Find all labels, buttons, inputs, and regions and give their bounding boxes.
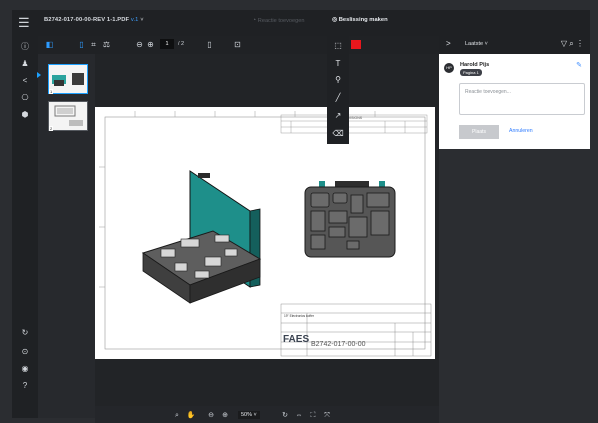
eraser-tool-icon[interactable]: ⌫ [332,128,344,140]
version-label[interactable]: v.1 [131,17,139,23]
info-icon[interactable]: ⓘ [19,41,31,53]
zoom-controls: ⌕ ✋ ⊖ ⊕ 50% ˅ ↻ ⇔ ⛶ ⤧ [170,410,340,422]
cancel-link[interactable]: Annuleren [509,128,533,134]
zoom-in-icon[interactable]: ⊕ [220,410,230,422]
hamburger-menu-icon[interactable]: ☰ [18,16,32,30]
add-comment-label: Reactie toevoegen [257,18,305,24]
fit-width-zoom-icon[interactable]: ⇔ [294,410,304,422]
thumbnail-page-1[interactable]: 1 [48,64,88,94]
zoom-out-icon[interactable]: ⊖ [206,410,216,422]
top-bar: ☰ B2742-017-00-00-REV 1-1.PDF v.1 ˅ ◔ Re… [12,10,590,36]
thumbnail-number: 1 [49,89,54,94]
hand-tool-icon[interactable]: ✋ [186,410,196,422]
comment-author: Harold Pijs [460,62,490,68]
document-toolbar: ◧ ▯ ⌗ ⚖ ⊖ ⊕ 1 / 2 ▯ ⊡ [38,36,439,54]
text-tool-icon[interactable]: T [332,58,344,70]
pdf-page[interactable]: REVISIONS 19" Electronics koffer FAES B2… [95,107,435,359]
user-icon[interactable]: ♟ [19,58,31,70]
thumbnail-number: 2 [49,126,54,131]
product-name: 19" Electronics koffer [284,314,314,318]
comments-panel-header: > Laatste ˅ ▽ ⌕ ⋮ [439,36,590,54]
annotation-toolbar: ⬚ T ⚲ ╱ ↗ ⌫ [327,36,349,144]
sidebar-toggle-icon[interactable]: ◧ [44,39,55,50]
page-up-icon[interactable]: ⊖ [134,39,145,50]
page-number-input[interactable]: 1 [160,39,174,49]
camera-icon[interactable]: ⊙ [19,346,31,358]
page-total: / 2 [178,41,185,47]
drawing-canvas [99,111,432,357]
comment-card: HP Harold Pijs Pagina 1 ✎ Reactie toevoe… [439,54,590,149]
zoom-level-select[interactable]: 50% ˅ [238,411,260,419]
file-name[interactable]: B2742-017-00-00-REV 1-1.PDF v.1 ˅ [44,17,144,23]
status-icon[interactable]: ◉ [19,363,31,375]
search-icon[interactable]: ⌕ [569,39,573,48]
comment-input[interactable]: Reactie toevoegen... [459,83,585,115]
filter-icon[interactable]: ▽ [561,39,567,48]
left-rail: ⓘ ♟ < ⎔ ⬢ ↻ ⊙ ◉ ? [12,36,38,418]
arrow-tool-icon[interactable]: ↗ [332,110,344,122]
thumbnail-page-2[interactable]: 2 [48,101,88,131]
rotate-icon[interactable]: ↻ [280,410,290,422]
fit-page-icon[interactable]: ⛶ [308,410,318,422]
open-case-drawing [141,170,262,304]
drawing-number: B2742-017-00-00 [311,341,366,348]
share-icon[interactable]: < [19,75,31,87]
grid-view-icon[interactable]: ⌗ [88,39,99,50]
more-options-icon[interactable]: ⋮ [576,39,584,48]
fit-width-icon[interactable]: ▯ [204,39,215,50]
make-decision-label: Beslissing maken [338,17,388,23]
make-decision-button[interactable]: ◎ Beslissing maken [332,17,388,23]
panel-actions: ▽ ⌕ ⋮ [561,39,584,49]
active-page-marker [37,72,41,78]
thumbnail-panel: 1 2 [37,54,95,418]
front-view-drawing [304,181,396,258]
line-tool-icon[interactable]: ╱ [332,92,344,104]
zoom-search-icon[interactable]: ⌕ [172,410,182,422]
fullscreen-icon[interactable]: ⤧ [322,410,332,422]
app-window: ☰ B2742-017-00-00-REV 1-1.PDF v.1 ˅ ◔ Re… [0,0,598,423]
comment-placeholder: Reactie toevoegen... [465,89,511,95]
avatar: HP [444,63,454,73]
thumbnail-image [52,73,84,86]
comments-panel: > Laatste ˅ ▽ ⌕ ⋮ HP Harold Pijs Pagina … [439,36,590,418]
compare-view-icon[interactable]: ⚖ [101,39,112,50]
help-icon[interactable]: ? [19,380,31,392]
collapse-panel-icon[interactable]: > [446,39,451,48]
compare-icon[interactable]: ⎔ [19,92,31,104]
color-picker-swatch[interactable] [351,40,361,49]
history-icon[interactable]: ↻ [19,327,31,339]
chevron-down-icon[interactable]: ˅ [140,17,144,23]
rectangle-tool-icon[interactable]: ⬚ [332,40,344,52]
sort-dropdown[interactable]: Laatste ˅ [465,41,488,47]
present-icon[interactable]: ⊡ [232,39,243,50]
pin-tool-icon[interactable]: ⚲ [332,74,344,86]
file-name-label: B2742-017-00-00-REV 1-1.PDF [44,17,130,23]
attach-icon[interactable]: ✎ [576,61,582,69]
company-logo: FAES [283,334,310,345]
settings-icon[interactable]: ⬢ [19,109,31,121]
page-badge: Pagina 1 [460,69,482,76]
comment-icon: ◔ [252,17,257,24]
page-down-icon[interactable]: ⊕ [145,39,156,50]
add-comment-button[interactable]: ◔ Reactie toevoegen [252,17,304,24]
single-page-icon[interactable]: ▯ [76,39,87,50]
thumbnail-image [54,105,83,126]
check-circle-icon: ◎ [332,17,338,23]
post-button[interactable]: Plaats [459,125,499,139]
